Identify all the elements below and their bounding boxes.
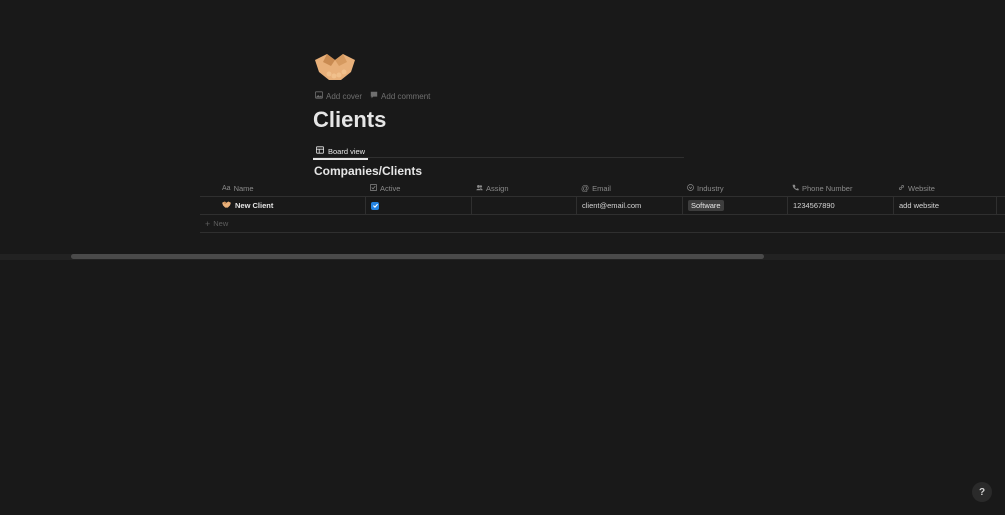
column-label: Assign: [486, 183, 509, 193]
cell-email[interactable]: client@email.com: [576, 197, 682, 214]
industry-tag: Software: [688, 200, 724, 211]
phone-icon: [792, 184, 799, 193]
add-comment-button[interactable]: Add comment: [370, 91, 430, 101]
cell-active[interactable]: [365, 197, 471, 214]
add-comment-label: Add comment: [381, 91, 431, 101]
handshake-icon[interactable]: [313, 50, 357, 84]
column-header-name[interactable]: Aa Name: [217, 184, 365, 193]
cell-assign[interactable]: [471, 197, 576, 214]
row-title: New Client: [235, 201, 274, 210]
table-row[interactable]: New Client client@email.com Software 123…: [200, 196, 1005, 215]
comment-icon: [370, 91, 378, 101]
checkmark-icon: [372, 203, 378, 209]
page-meta-actions: Add cover Add comment: [315, 91, 430, 101]
database-table: Aa Name Active Assign @ Email Industry P…: [200, 180, 1005, 233]
column-label: Phone Number: [802, 183, 853, 193]
add-cover-label: Add cover: [326, 91, 363, 101]
horizontal-scrollbar[interactable]: [0, 254, 1005, 260]
link-icon: [898, 184, 905, 193]
row-gutter: [200, 197, 217, 214]
help-button[interactable]: ?: [972, 482, 992, 502]
cell-name[interactable]: New Client: [217, 197, 365, 214]
scrollbar-thumb[interactable]: [71, 254, 764, 259]
tab-board-view[interactable]: Board view: [313, 144, 369, 160]
column-header-industry[interactable]: Industry: [682, 184, 787, 193]
cell-phone[interactable]: 1234567890: [787, 197, 893, 214]
handshake-icon: [222, 201, 231, 210]
text-aa-icon: Aa: [222, 184, 231, 192]
table-header: Aa Name Active Assign @ Email Industry P…: [200, 180, 1005, 196]
phone-value: 1234567890: [793, 201, 835, 210]
page-title[interactable]: Clients: [313, 107, 386, 133]
database-title[interactable]: Companies/Clients: [314, 164, 422, 178]
select-icon: [687, 183, 694, 193]
column-label: Email: [592, 183, 611, 193]
people-icon: [476, 184, 483, 193]
column-label: Industry: [697, 183, 724, 193]
column-label: Active: [380, 183, 401, 193]
at-icon: @: [581, 183, 590, 193]
add-new-row-button[interactable]: + New: [200, 215, 1005, 233]
cell-website[interactable]: add website: [893, 197, 997, 214]
tab-label: Board view: [328, 146, 366, 156]
new-label: New: [213, 219, 229, 228]
column-header-email[interactable]: @ Email: [576, 184, 682, 193]
table-icon: [316, 146, 324, 156]
plus-icon: +: [205, 218, 211, 229]
column-label: Website: [908, 183, 935, 193]
active-checkbox[interactable]: [371, 201, 379, 210]
checkbox-icon: [370, 183, 377, 193]
add-cover-button[interactable]: Add cover: [315, 91, 362, 101]
cell-industry[interactable]: Software: [682, 197, 787, 214]
column-label: Name: [233, 183, 254, 193]
column-header-active[interactable]: Active: [365, 183, 471, 193]
view-tabs: Board view: [313, 141, 684, 160]
email-value: client@email.com: [582, 201, 642, 210]
website-value: add website: [899, 201, 940, 210]
column-header-website[interactable]: Website: [893, 184, 997, 193]
column-header-phone[interactable]: Phone Number: [787, 184, 893, 193]
image-icon: [315, 91, 323, 101]
column-header-assign[interactable]: Assign: [471, 184, 576, 193]
